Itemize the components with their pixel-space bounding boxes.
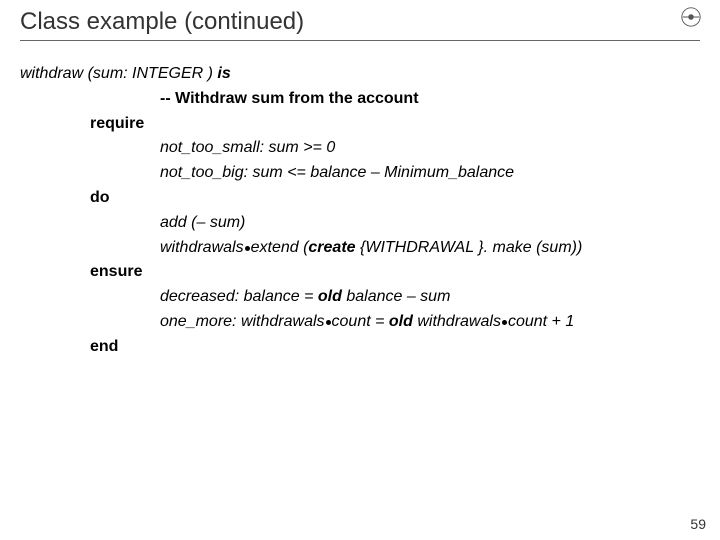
code-line-postcond-1: decreased: balance = old balance – sum (20, 285, 700, 310)
code-line-require: require (20, 112, 700, 137)
keyword-is: is (217, 65, 230, 82)
keyword-ensure: ensure (90, 263, 142, 280)
title-rule (20, 40, 700, 41)
code-line-end: end (20, 335, 700, 360)
page-title: Class example (continued) (20, 8, 700, 36)
code-line-signature: withdraw (sum: INTEGER ) is (20, 62, 700, 87)
code-line-ensure: ensure (20, 260, 700, 285)
dot-icon (245, 246, 250, 251)
code-block: withdraw (sum: INTEGER ) is -- Withdraw … (20, 62, 700, 360)
dot-icon (326, 320, 331, 325)
dot-icon (502, 320, 507, 325)
eth-logo-icon (680, 6, 702, 28)
keyword-require: require (90, 115, 144, 132)
keyword-create: create (308, 239, 355, 256)
keyword-old: old (389, 313, 413, 330)
code-line-precond-2: not_too_big: sum <= balance – Minimum_ba… (20, 161, 700, 186)
code-line-do: do (20, 186, 700, 211)
keyword-old: old (318, 288, 342, 305)
keyword-do: do (90, 189, 110, 206)
code-line-precond-1: not_too_small: sum >= 0 (20, 136, 700, 161)
keyword-end: end (90, 338, 118, 355)
code-line-comment: -- Withdraw sum from the account (20, 87, 700, 112)
slide: Class example (continued) withdraw (sum:… (0, 0, 720, 540)
code-line-postcond-2: one_more: withdrawalscount = old withdra… (20, 310, 700, 335)
method-name: withdraw (20, 65, 83, 82)
page-number: 59 (690, 516, 706, 532)
code-line-body-1: add (– sum) (20, 211, 700, 236)
code-line-body-2: withdrawalsextend (create {WITHDRAWAL }.… (20, 236, 700, 261)
title-bar: Class example (continued) (20, 8, 700, 41)
